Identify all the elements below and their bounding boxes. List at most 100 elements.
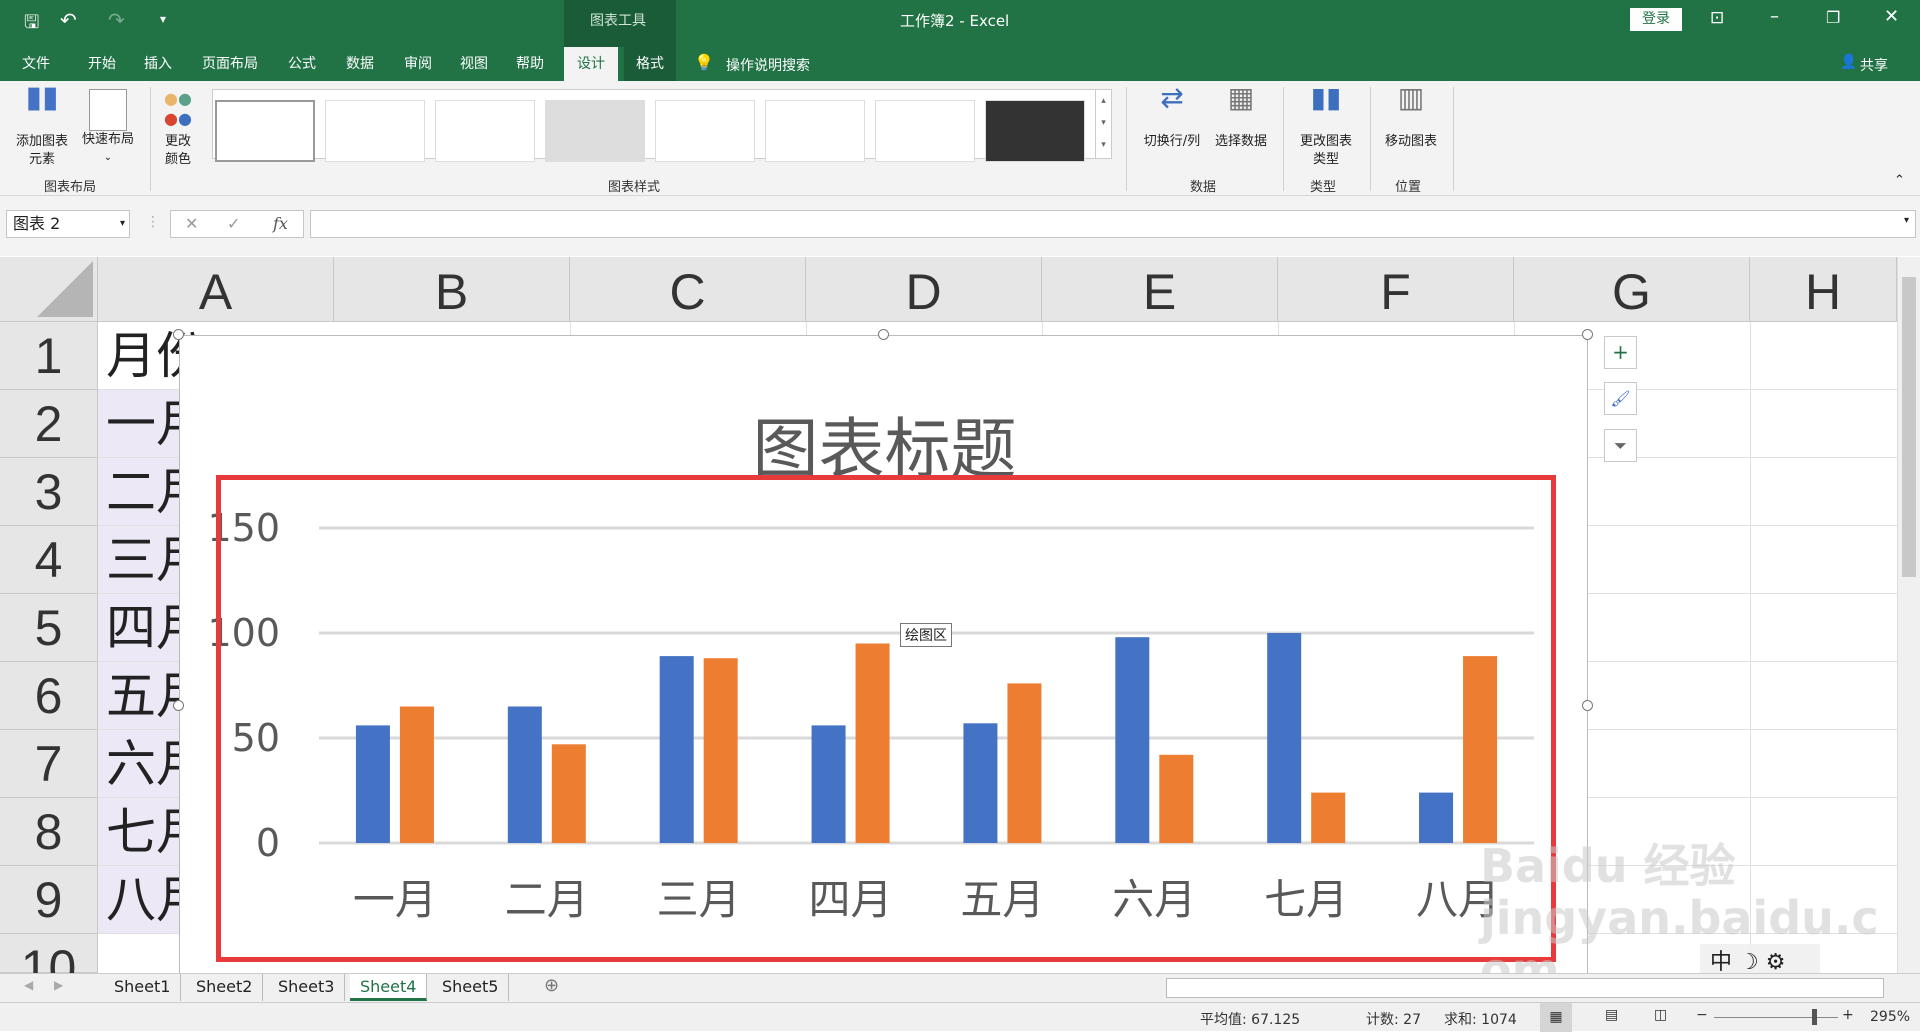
row-header[interactable]: 3 [0,458,98,526]
sheet-tab-sheet4[interactable]: Sheet4 [350,974,428,1001]
switch-row-column-button[interactable]: ⇄ 切换行/列 [1138,84,1206,151]
zoom-slider[interactable] [1714,1017,1838,1018]
quick-layout-label: 快速布局 [81,132,134,147]
chart-styles-button[interactable]: 🖌 [1604,382,1637,415]
formula-input[interactable]: ▾ [310,210,1916,238]
save-icon[interactable]: 🖫 [24,10,39,40]
add-chart-element-button[interactable]: ▮▮ 添加图表元素 [10,83,74,169]
undo-icon[interactable]: ↶ [60,8,77,32]
chart-style-2[interactable] [325,100,425,162]
zoom-level[interactable]: 295% [1870,1009,1910,1025]
row-header[interactable]: 5 [0,594,98,662]
tab-page-layout[interactable]: 页面布局 [194,47,266,81]
column-header[interactable]: H [1750,257,1897,322]
page-break-view-button[interactable]: ◫ [1654,1007,1667,1023]
tab-formulas[interactable]: 公式 [280,47,324,81]
share-button[interactable]: 共享 [1860,55,1888,75]
column-header[interactable]: F [1278,257,1514,322]
tell-me-search[interactable]: 操作说明搜索 [726,55,810,75]
chart-style-7[interactable] [875,100,975,162]
resize-handle[interactable] [878,329,889,340]
column-header[interactable]: E [1042,257,1278,322]
vertical-scrollbar[interactable] [1897,257,1920,973]
tab-help[interactable]: 帮助 [508,47,552,81]
row-header[interactable]: 10 [0,934,98,996]
chart-filters-button[interactable]: ⏷ [1604,429,1637,462]
ribbon-display-icon[interactable]: ⊡ [1710,8,1724,28]
new-sheet-button[interactable]: ⊕ [544,975,559,996]
resize-handle[interactable] [1582,329,1593,340]
insert-function-icon[interactable]: fx [273,211,288,237]
chart-elements-button[interactable]: + [1604,336,1637,369]
normal-view-button[interactable]: ▦ [1540,1003,1572,1032]
select-data-button[interactable]: ▦ 选择数据 [1208,84,1274,151]
row-header[interactable]: 1 [0,322,98,390]
row-header[interactable]: 6 [0,662,98,730]
next-sheet-icon[interactable]: ▶ [54,978,63,992]
status-average: 平均值: 67.125 [1200,1012,1301,1028]
switch-row-column-label: 切换行/列 [1143,134,1201,149]
row-header[interactable]: 2 [0,390,98,458]
gallery-scroll[interactable]: ▴ ▾ ▾ [1095,90,1111,158]
quick-layout-button[interactable]: 快速布局 ⌄ [76,89,140,167]
tab-insert[interactable]: 插入 [136,47,180,81]
chart-style-3[interactable] [435,100,535,162]
tab-review[interactable]: 审阅 [396,47,440,81]
chart-style-8[interactable] [985,100,1085,162]
chart-style-6[interactable] [765,100,865,162]
tab-home[interactable]: 开始 [80,47,124,81]
zoom-slider-thumb[interactable] [1812,1009,1817,1025]
resize-handle[interactable] [173,700,184,711]
select-data-label: 选择数据 [1214,134,1267,149]
row-header[interactable]: 4 [0,526,98,594]
cancel-icon[interactable]: ✕ [185,211,198,237]
customize-icon[interactable]: ▾ [160,12,166,26]
column-header[interactable]: A [98,257,334,322]
restore-icon[interactable]: ❐ [1826,8,1840,27]
row-header[interactable]: 8 [0,798,98,866]
column-header[interactable]: G [1514,257,1750,322]
column-header[interactable]: D [806,257,1042,322]
close-icon[interactable]: ✕ [1884,6,1899,27]
scroll-thumb[interactable] [1902,277,1916,577]
prev-sheet-icon[interactable]: ◀ [24,978,33,992]
sheet-tab-sheet3[interactable]: Sheet3 [268,974,346,1001]
tab-view[interactable]: 视图 [452,47,496,81]
collapse-ribbon-icon[interactable]: ⌃ [1894,173,1905,188]
change-colors-button[interactable]: ●● ●● 更改颜色 [158,89,198,169]
column-header[interactable]: B [334,257,570,322]
page-layout-view-button[interactable]: ▤ [1605,1007,1618,1023]
horizontal-scrollbar[interactable] [1166,978,1884,998]
chart-style-4[interactable] [545,100,645,162]
resize-handle[interactable] [1582,700,1593,711]
tab-file[interactable]: 文件 [14,47,58,81]
column-header[interactable]: C [570,257,806,322]
sheet-tab-sheet5[interactable]: Sheet5 [432,974,510,1001]
move-chart-button[interactable]: ▥ 移动图表 [1378,84,1444,151]
tab-design[interactable]: 设计 [564,47,618,81]
tab-format[interactable]: 格式 [624,47,676,81]
select-all-button[interactable] [0,257,98,322]
chart-style-5[interactable] [655,100,755,162]
zoom-in-button[interactable]: + [1842,1007,1854,1023]
resize-handle[interactable] [173,329,184,340]
zoom-out-button[interactable]: − [1696,1007,1708,1023]
login-button[interactable]: 登录 [1630,8,1682,31]
chart-style-1[interactable] [215,100,315,162]
group-label-type: 类型 [1310,180,1337,195]
enter-icon[interactable]: ✓ [227,211,240,237]
sheet-tab-sheet2[interactable]: Sheet2 [186,974,264,1001]
sheet-tab-sheet1[interactable]: Sheet1 [104,974,182,1001]
group-label-styles: 图表样式 [608,180,661,195]
redo-icon[interactable]: ↷ [108,8,125,32]
change-chart-type-button[interactable]: ▮▮ 更改图表类型 [1292,81,1360,169]
group-label-data: 数据 [1190,180,1217,195]
chart-type-icon: ▮▮ [1310,81,1342,114]
chart-object[interactable]: 图表标题 0 50 100 150 一月 二月 三月 四月 五月 六月 七月 八月 绘图区 [179,335,1588,995]
name-box[interactable]: 图表 2 ▾ [6,210,130,238]
minimize-icon[interactable]: – [1770,6,1779,27]
title-bar: 🖫 ↶ ↷ ▾ 图表工具 工作簿2 - Excel 登录 ⊡ – ❐ ✕ [0,0,1920,81]
row-header[interactable]: 7 [0,730,98,798]
tab-data[interactable]: 数据 [338,47,382,81]
row-header[interactable]: 9 [0,866,98,934]
